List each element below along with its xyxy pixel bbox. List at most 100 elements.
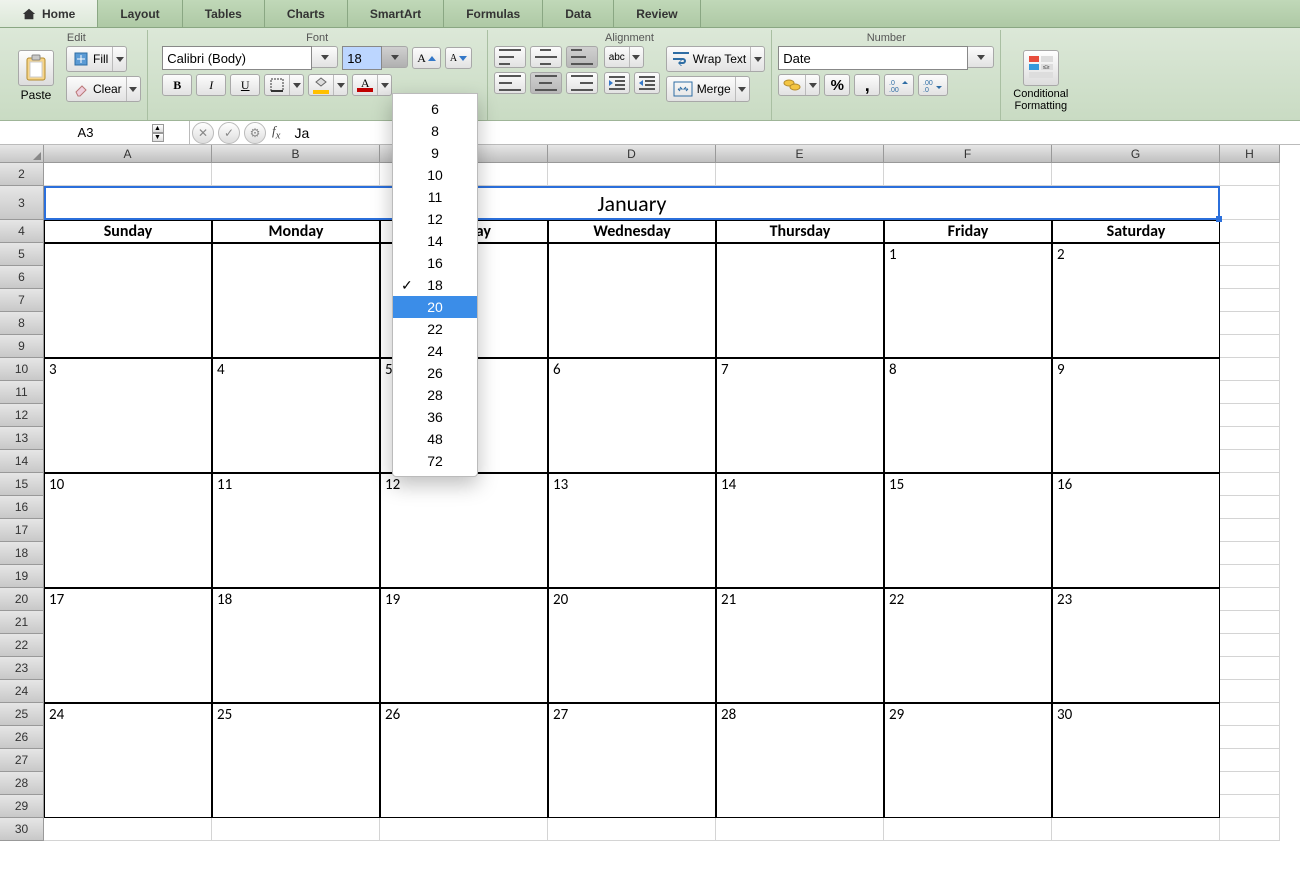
font-size-dropdown[interactable] — [382, 46, 408, 68]
align-bottom-button[interactable] — [566, 46, 598, 68]
align-top-button[interactable] — [494, 46, 526, 68]
calendar-cell[interactable] — [716, 243, 884, 358]
font-size-option-10[interactable]: 10 — [393, 164, 477, 186]
calendar-cell[interactable]: 12 — [380, 473, 548, 588]
name-box-input[interactable] — [26, 125, 146, 140]
row-header-2[interactable]: 2 — [0, 163, 44, 186]
row-header-7[interactable]: 7 — [0, 289, 44, 312]
col-header-E[interactable]: E — [716, 145, 884, 163]
name-box-stepper[interactable]: ▲▼ — [152, 124, 164, 142]
grow-font-button[interactable]: A — [412, 47, 441, 69]
font-size-option-72[interactable]: 72 — [393, 450, 477, 472]
font-size-option-16[interactable]: 16 — [393, 252, 477, 274]
number-format-input[interactable] — [778, 46, 968, 70]
calendar-cell[interactable]: 20 — [548, 588, 716, 703]
calendar-cell[interactable] — [44, 243, 212, 358]
row-header-30[interactable]: 30 — [0, 818, 44, 841]
col-header-A[interactable]: A — [44, 145, 212, 163]
font-size-option-6[interactable]: 6 — [393, 98, 477, 120]
row-header-28[interactable]: 28 — [0, 772, 44, 795]
calendar-cell[interactable]: 21 — [716, 588, 884, 703]
col-header-H[interactable]: H — [1220, 145, 1280, 163]
row-header-8[interactable]: 8 — [0, 312, 44, 335]
row-header-26[interactable]: 26 — [0, 726, 44, 749]
increase-indent-button[interactable] — [634, 72, 660, 94]
row-header-18[interactable]: 18 — [0, 542, 44, 565]
calendar-cell[interactable]: 1 — [884, 243, 1052, 358]
row-header-16[interactable]: 16 — [0, 496, 44, 519]
row-header-19[interactable]: 19 — [0, 565, 44, 588]
calendar-cell[interactable]: 2 — [1052, 243, 1220, 358]
font-name-input[interactable] — [162, 46, 312, 70]
calendar-cell[interactable]: 16 — [1052, 473, 1220, 588]
comma-button[interactable]: , — [854, 74, 880, 96]
align-right-button[interactable] — [566, 72, 598, 94]
row-header-27[interactable]: 27 — [0, 749, 44, 772]
italic-button[interactable]: I — [196, 74, 226, 96]
row-header-25[interactable]: 25 — [0, 703, 44, 726]
calendar-cell[interactable]: 28 — [716, 703, 884, 818]
col-header-G[interactable]: G — [1052, 145, 1220, 163]
calendar-cell[interactable]: 17 — [44, 588, 212, 703]
tab-tables[interactable]: Tables — [183, 0, 265, 27]
row-header-12[interactable]: 12 — [0, 404, 44, 427]
row-header-14[interactable]: 14 — [0, 450, 44, 473]
calendar-cell[interactable]: 15 — [884, 473, 1052, 588]
font-size-option-28[interactable]: 28 — [393, 384, 477, 406]
font-size-option-22[interactable]: 22 — [393, 318, 477, 340]
orientation-button[interactable]: abc — [604, 46, 644, 68]
align-left-button[interactable] — [494, 72, 526, 94]
row-header-20[interactable]: 20 — [0, 588, 44, 611]
tab-formulas[interactable]: Formulas — [444, 0, 543, 27]
percent-button[interactable]: % — [824, 74, 850, 96]
calendar-cell[interactable]: 29 — [884, 703, 1052, 818]
font-size-option-8[interactable]: 8 — [393, 120, 477, 142]
calendar-cell[interactable]: 11 — [212, 473, 380, 588]
row-header-5[interactable]: 5 — [0, 243, 44, 266]
calendar-cell[interactable]: 23 — [1052, 588, 1220, 703]
name-box[interactable]: ▲▼ — [0, 121, 190, 144]
row-header-24[interactable]: 24 — [0, 680, 44, 703]
select-all-corner[interactable] — [0, 145, 44, 163]
tab-data[interactable]: Data — [543, 0, 614, 27]
fill-color-button[interactable] — [308, 74, 348, 96]
row-header-11[interactable]: 11 — [0, 381, 44, 404]
align-middle-button[interactable] — [530, 46, 562, 68]
fill-button[interactable]: Fill — [66, 46, 127, 72]
row-header-17[interactable]: 17 — [0, 519, 44, 542]
calendar-cell[interactable]: 8 — [884, 358, 1052, 473]
row-header-13[interactable]: 13 — [0, 427, 44, 450]
font-size-option-9[interactable]: 9 — [393, 142, 477, 164]
calendar-cell[interactable]: 22 — [884, 588, 1052, 703]
row-header-9[interactable]: 9 — [0, 335, 44, 358]
font-size-input[interactable] — [342, 46, 382, 70]
row-header-15[interactable]: 15 — [0, 473, 44, 496]
calendar-cell[interactable]: 26 — [380, 703, 548, 818]
number-format-dropdown[interactable] — [968, 46, 994, 68]
calendar-cell[interactable]: 10 — [44, 473, 212, 588]
underline-button[interactable]: U — [230, 74, 260, 96]
tab-layout[interactable]: Layout — [98, 0, 182, 27]
shrink-font-button[interactable]: A — [445, 47, 472, 69]
calendar-cell[interactable]: 3 — [44, 358, 212, 473]
formula-builder-button[interactable]: ⚙ — [244, 122, 266, 144]
calendar-title[interactable]: January — [44, 186, 1220, 220]
row-header-10[interactable]: 10 — [0, 358, 44, 381]
row-header-6[interactable]: 6 — [0, 266, 44, 289]
row-header-29[interactable]: 29 — [0, 795, 44, 818]
cancel-formula-button[interactable]: ✕ — [192, 122, 214, 144]
wrap-text-button[interactable]: Wrap Text — [666, 46, 766, 72]
row-header-22[interactable]: 22 — [0, 634, 44, 657]
clear-button[interactable]: Clear — [66, 76, 141, 102]
align-center-button[interactable] — [530, 72, 562, 94]
merge-button[interactable]: Merge — [666, 76, 750, 102]
row-header-21[interactable]: 21 — [0, 611, 44, 634]
accept-formula-button[interactable]: ✓ — [218, 122, 240, 144]
increase-decimal-button[interactable]: .0.00 — [884, 74, 914, 96]
conditional-formatting-button[interactable]: ≤≥ ConditionalFormatting — [1007, 46, 1074, 116]
tab-smartart[interactable]: SmartArt — [348, 0, 444, 27]
calendar-cell[interactable]: 25 — [212, 703, 380, 818]
calendar-cell[interactable]: 9 — [1052, 358, 1220, 473]
calendar-cell[interactable]: 30 — [1052, 703, 1220, 818]
font-size-option-24[interactable]: 24 — [393, 340, 477, 362]
